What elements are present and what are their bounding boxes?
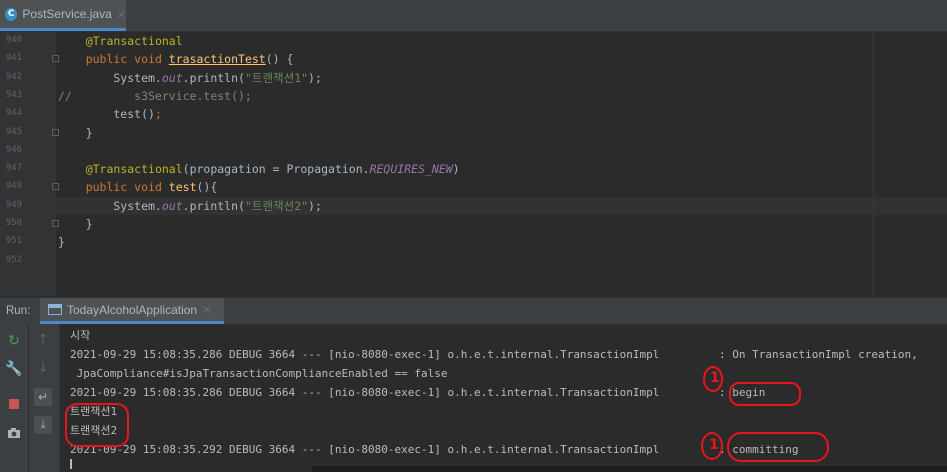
line-number: 942 — [5, 71, 22, 82]
fold-marker-icon[interactable] — [52, 220, 59, 227]
bottom-bar — [312, 466, 947, 472]
code-token: // s3Service.test(); — [58, 88, 252, 103]
code-line: @Transactional — [58, 32, 183, 50]
code-token: "트랜잭션1" — [244, 70, 309, 85]
code-token: System. — [58, 198, 162, 213]
wrench-icon[interactable]: 🔧 — [3, 361, 25, 377]
code-token: (propagation = Propagation. — [182, 162, 370, 177]
code-token: "트랜잭션2" — [244, 198, 309, 213]
code-token: ); — [308, 198, 322, 213]
code-line: @Transactional(propagation = Propagation… — [58, 160, 460, 178]
code-line: } — [58, 233, 65, 251]
run-panel-header: Run: TodayAlcoholApplication × — [0, 297, 947, 324]
code-token: ; — [154, 107, 162, 122]
code-line: // s3Service.test(); — [58, 87, 252, 105]
right-margin-guide — [873, 32, 874, 296]
annotation-circle-korean — [65, 403, 129, 447]
code-token: System. — [58, 70, 162, 85]
run-tab-label: TodayAlcoholApplication — [67, 302, 198, 317]
code-token: .println( — [182, 70, 245, 85]
code-line: } — [58, 124, 93, 142]
code-token: REQUIRES_NEW — [369, 162, 453, 177]
code-editor[interactable]: 940 941 942 943 944 945 946 947 948 949 950 951 952 … — [0, 32, 947, 296]
app-icon — [48, 304, 62, 315]
code-token: @Transactional — [85, 162, 183, 177]
console-line: 2021-09-29 15:08:35.292 DEBUG 3664 --- [… — [70, 443, 799, 456]
fold-marker-icon[interactable] — [52, 55, 59, 63]
line-number: 946 — [5, 144, 22, 155]
code-token: trasactionTest — [168, 52, 266, 67]
annotation-mark: 1 — [701, 432, 723, 460]
console-line: JpaCompliance#isJpaTransactionCompliance… — [70, 367, 448, 380]
stop-icon[interactable] — [3, 396, 25, 409]
code-token: test — [168, 180, 197, 195]
line-number: 944 — [5, 108, 22, 119]
up-arrow-icon[interactable]: ↑ — [32, 332, 54, 348]
console-line: 시작 — [70, 329, 91, 342]
code-token: test() — [58, 107, 155, 122]
run-tab[interactable]: TodayAlcoholApplication × — [40, 298, 224, 324]
code-token: (){ — [196, 180, 218, 195]
code-token: public void — [85, 180, 169, 195]
code-line: } — [58, 215, 93, 233]
soft-wrap-icon[interactable]: ↵ — [32, 388, 54, 406]
code-token: out — [161, 198, 183, 213]
line-gutter: 940 941 942 943 944 945 946 947 948 949 950 951 952 — [0, 32, 56, 296]
console-line: 2021-09-29 15:08:35.286 DEBUG 3664 --- [… — [70, 348, 918, 361]
line-number: 948 — [5, 181, 22, 192]
close-icon[interactable]: × — [202, 303, 211, 316]
code-token: public void — [85, 52, 169, 67]
code-token: out — [161, 70, 183, 85]
annotation-mark: 1 — [703, 366, 723, 392]
down-arrow-icon[interactable]: ↓ — [32, 360, 54, 376]
line-number: 949 — [5, 199, 22, 210]
run-toolbar: ↻ 🔧 — [0, 324, 28, 472]
run-label: Run: — [6, 305, 31, 317]
camera-icon[interactable] — [3, 427, 25, 443]
fold-marker-icon[interactable] — [52, 183, 59, 191]
code-token: @Transactional — [85, 34, 183, 48]
code-token: .println( — [182, 198, 245, 213]
code-line: test(); — [58, 105, 162, 123]
line-number: 940 — [5, 35, 22, 45]
line-number: 950 — [5, 218, 22, 228]
tab-postservice[interactable]: C PostService.java × — [0, 0, 126, 31]
code-token: ); — [308, 70, 322, 85]
line-number: 952 — [5, 254, 22, 265]
code-token: } — [58, 217, 93, 231]
code-token: } — [58, 125, 93, 140]
code-line: System.out.println("트랜잭션1"); — [58, 69, 322, 87]
line-number: 941 — [5, 53, 22, 64]
line-number: 951 — [5, 236, 22, 247]
text-cursor — [70, 459, 72, 469]
code-line: System.out.println("트랜잭션2"); — [58, 197, 322, 215]
annotation-circle-begin — [729, 382, 801, 406]
tab-label: PostService.java — [22, 7, 112, 21]
line-number: 947 — [5, 163, 22, 174]
fold-marker-icon[interactable] — [52, 128, 59, 136]
console-line: 2021-09-29 15:08:35.286 DEBUG 3664 --- [… — [70, 386, 766, 399]
scroll-to-end-icon[interactable]: ⤓ — [32, 416, 54, 434]
code-token: ) — [452, 162, 460, 177]
code-token: () { — [265, 52, 294, 67]
rerun-icon[interactable]: ↻ — [3, 333, 25, 349]
code-line: public void trasactionTest() { — [58, 50, 294, 68]
code-token: } — [58, 235, 65, 250]
annotation-circle-committing — [727, 432, 829, 462]
code-line: public void test(){ — [58, 178, 218, 196]
class-icon: C — [5, 7, 18, 21]
console-toolbar: ↑ ↓ ↵ ⤓ — [29, 324, 60, 472]
line-number: 943 — [5, 89, 22, 100]
editor-tab-bar: C PostService.java × — [0, 0, 947, 32]
line-number: 945 — [5, 126, 22, 137]
close-icon[interactable]: × — [117, 8, 126, 21]
